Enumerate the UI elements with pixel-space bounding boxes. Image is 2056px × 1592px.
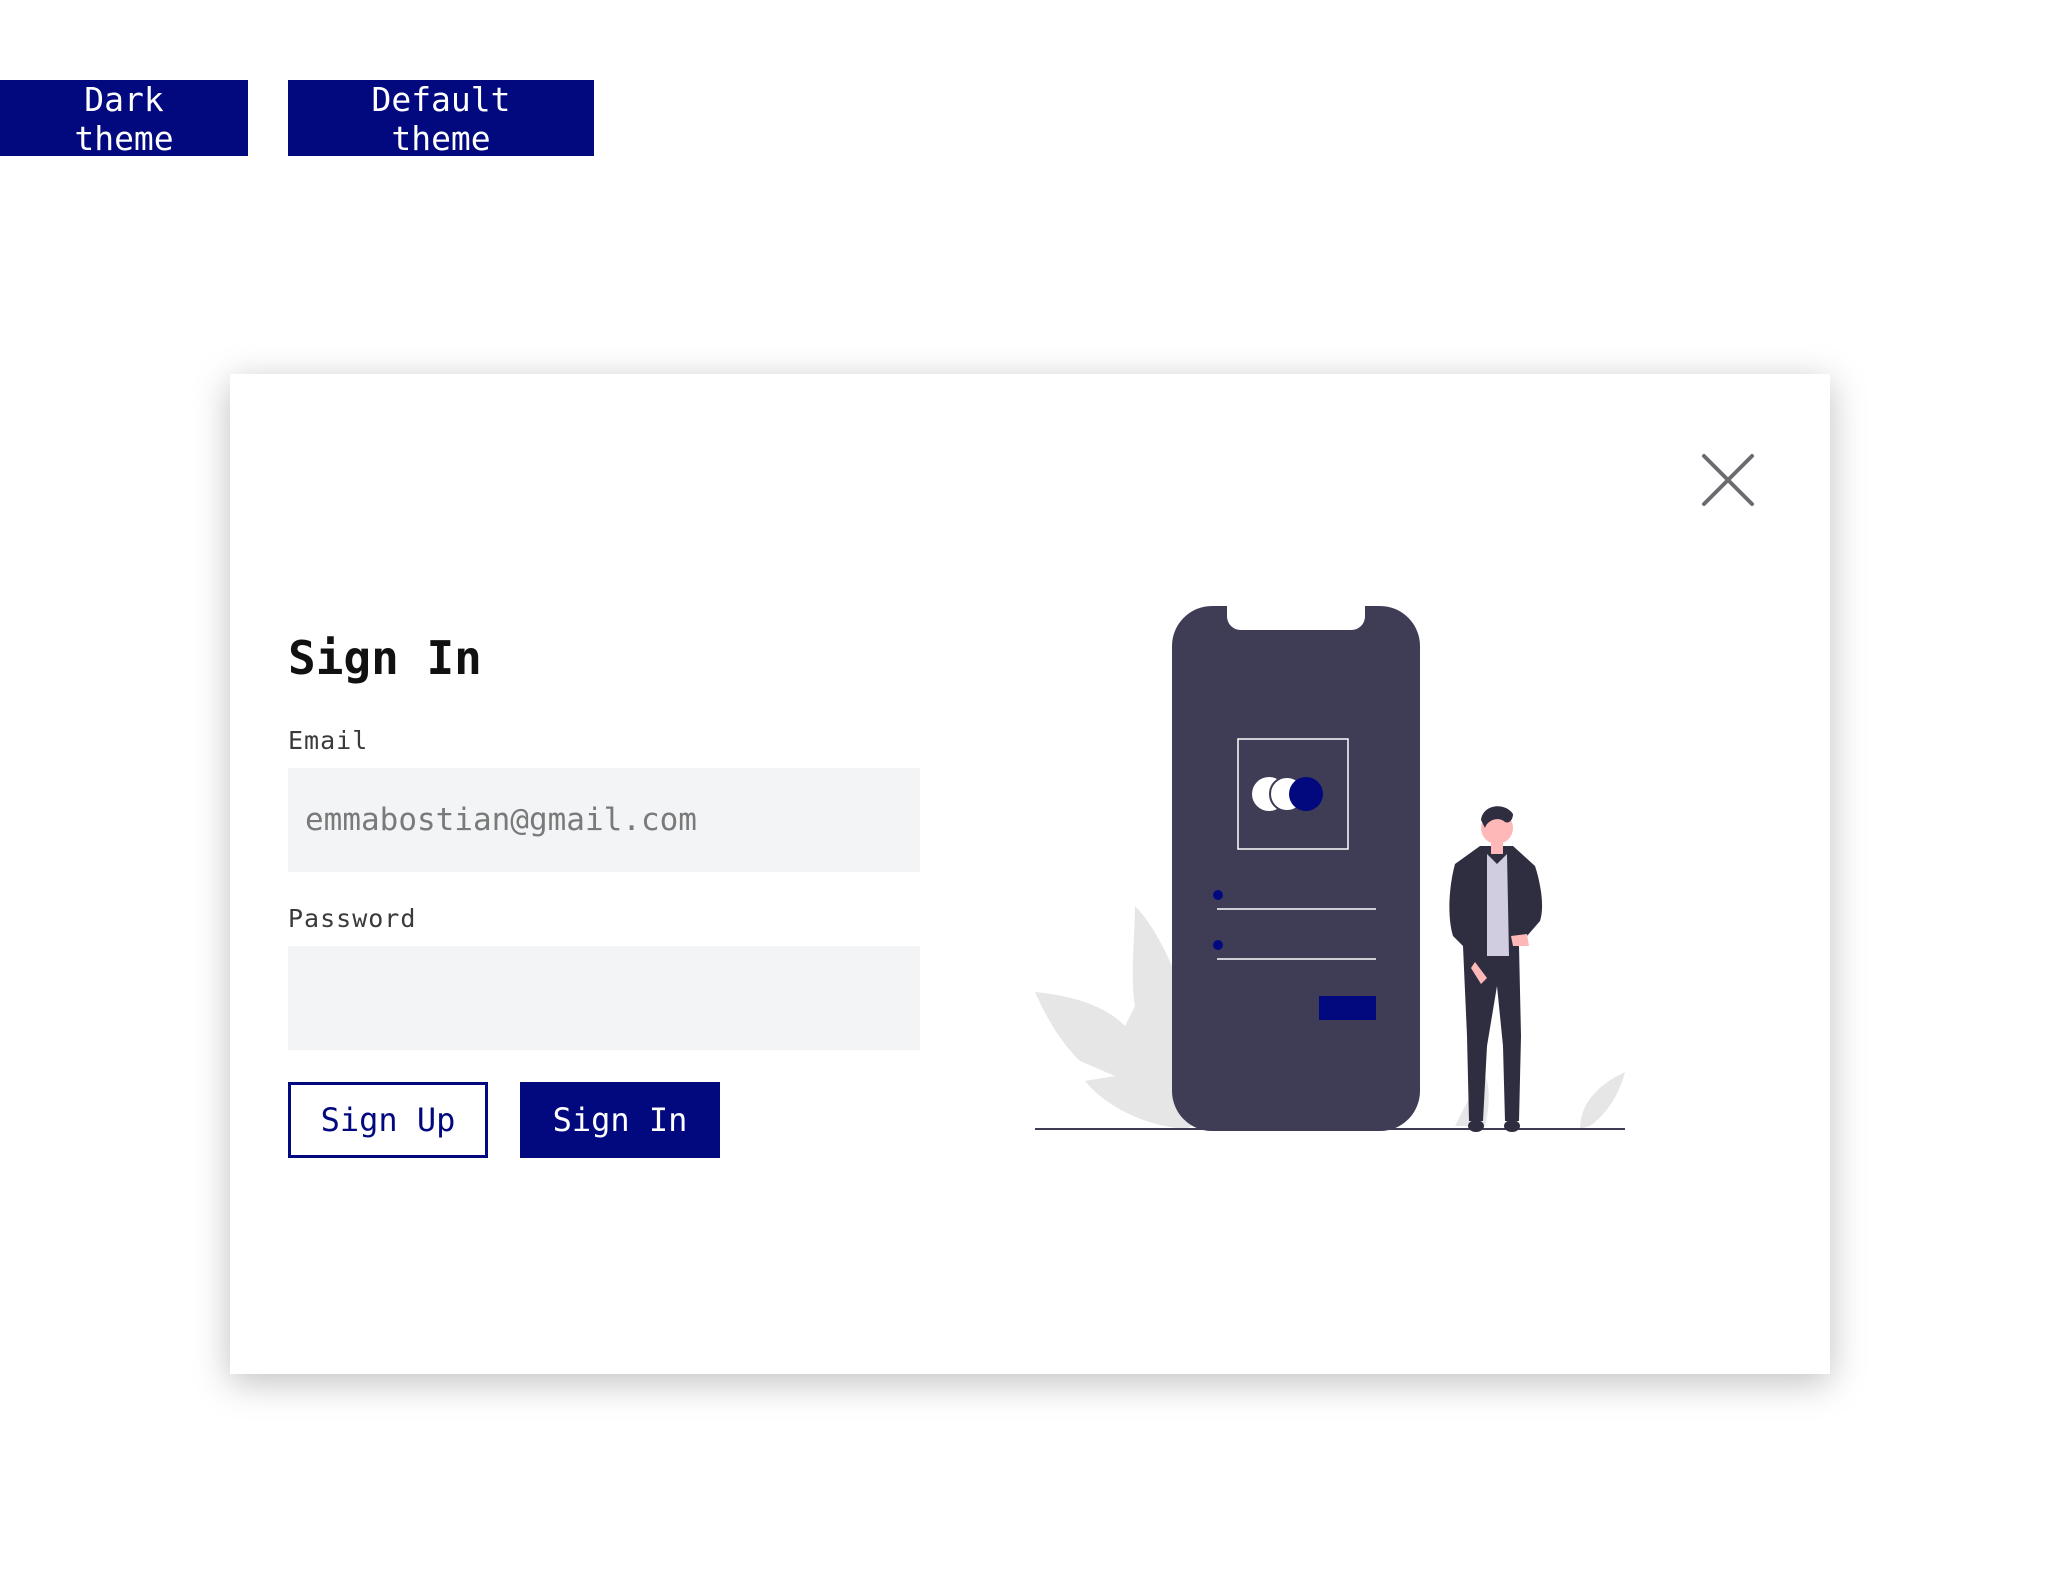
password-label: Password <box>288 904 417 933</box>
sign-in-form: Sign In Email Password Sign Up Sign In <box>288 630 920 1158</box>
default-theme-button[interactable]: Default theme <box>288 80 594 158</box>
login-illustration <box>1035 606 1625 1132</box>
phone-illustration <box>1172 606 1420 1131</box>
sign-up-button[interactable]: Sign Up <box>288 1082 488 1158</box>
dark-theme-button[interactable]: Dark theme <box>0 80 248 158</box>
sign-in-button[interactable]: Sign In <box>520 1082 720 1158</box>
modal-title: Sign In <box>288 631 482 685</box>
sign-in-modal: Sign In Email Password Sign Up Sign In <box>230 374 1830 1374</box>
person-illustration <box>1449 806 1543 1132</box>
close-icon <box>1702 454 1754 506</box>
form-actions: Sign Up Sign In <box>288 1082 920 1158</box>
email-field[interactable] <box>288 768 920 872</box>
password-field[interactable] <box>288 946 920 1050</box>
close-button[interactable] <box>1700 452 1756 508</box>
email-label: Email <box>288 726 369 755</box>
